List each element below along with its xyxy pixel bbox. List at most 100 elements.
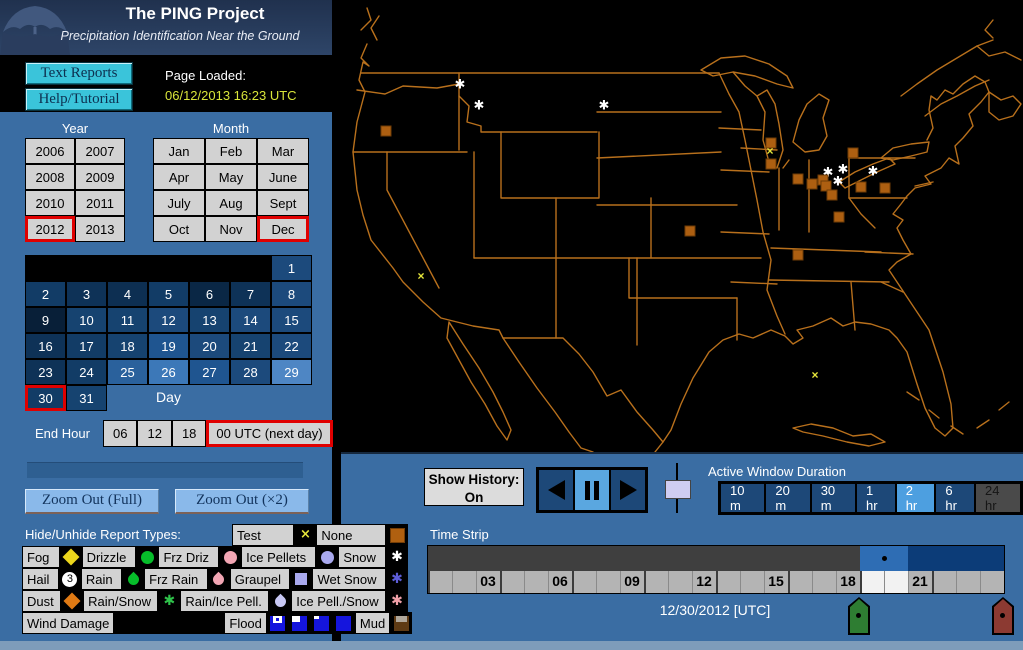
month-cell[interactable]: Mar xyxy=(257,138,309,164)
map-marker-test[interactable]: × xyxy=(766,144,773,158)
legend-icon-cell[interactable] xyxy=(290,568,312,590)
day-cell[interactable]: 28 xyxy=(230,359,271,385)
hour-cell[interactable] xyxy=(668,571,692,593)
day-cell[interactable]: 21 xyxy=(230,333,271,359)
awd-option[interactable]: 30 m xyxy=(811,483,856,513)
hour-cell[interactable] xyxy=(452,571,476,593)
step-back-button[interactable] xyxy=(538,469,574,511)
legend-icon-cell[interactable] xyxy=(136,546,158,568)
day-cell[interactable]: 4 xyxy=(107,281,148,307)
year-cell[interactable]: 2010 xyxy=(25,190,75,216)
awd-option[interactable]: 20 m xyxy=(765,483,810,513)
day-cell[interactable]: 2 xyxy=(25,281,66,307)
us-map[interactable]: ✱✱✱✱✱✱✱××× xyxy=(341,0,1023,454)
legend-icon-cell[interactable]: × xyxy=(294,524,316,546)
hour-cell[interactable] xyxy=(620,571,644,593)
month-cell[interactable]: Dec xyxy=(257,216,309,242)
awd-option[interactable]: 2 hr xyxy=(896,483,936,513)
hour-cell[interactable] xyxy=(956,571,980,593)
legend-label[interactable]: Hail xyxy=(22,568,59,590)
map-marker-test[interactable]: × xyxy=(811,368,818,382)
month-cell[interactable]: Feb xyxy=(205,138,257,164)
day-cell[interactable]: 6 xyxy=(189,281,230,307)
legend-icon-cell[interactable] xyxy=(158,612,180,634)
legend-label[interactable]: Rain/Ice Pell. xyxy=(180,590,269,612)
awd-option[interactable]: 1 hr xyxy=(856,483,896,513)
hour-cell[interactable] xyxy=(428,571,452,593)
end-hour-cell[interactable]: 12 xyxy=(137,420,171,447)
hour-cell[interactable] xyxy=(500,571,524,593)
map-marker-snow[interactable]: ✱ xyxy=(474,99,485,114)
legend-label[interactable]: Snow xyxy=(338,546,386,568)
day-cell[interactable]: 7 xyxy=(230,281,271,307)
year-cell[interactable]: 2008 xyxy=(25,164,75,190)
legend-icon-cell[interactable] xyxy=(219,546,241,568)
legend-icon-cell[interactable] xyxy=(136,612,158,634)
day-cell[interactable]: 5 xyxy=(148,281,189,307)
legend-icon-cell[interactable] xyxy=(333,612,355,634)
month-cell[interactable]: Nov xyxy=(205,216,257,242)
legend-icon-cell[interactable] xyxy=(122,568,144,590)
map-marker-test[interactable]: × xyxy=(417,269,424,283)
month-cell[interactable]: Oct xyxy=(153,216,205,242)
hour-cell[interactable] xyxy=(740,571,764,593)
legend-icon-cell[interactable]: ✱ xyxy=(386,590,408,612)
day-cell[interactable]: 15 xyxy=(271,307,312,333)
day-cell[interactable]: 12 xyxy=(148,307,189,333)
day-cell[interactable]: 18 xyxy=(107,333,148,359)
year-cell[interactable]: 2006 xyxy=(25,138,75,164)
map-marker-none[interactable] xyxy=(856,182,867,193)
day-cell[interactable]: 8 xyxy=(271,281,312,307)
window-start-pointer[interactable] xyxy=(848,597,870,635)
hour-cell[interactable] xyxy=(884,571,908,593)
day-cell[interactable]: 14 xyxy=(230,307,271,333)
legend-label[interactable]: Wet Snow xyxy=(312,568,386,590)
legend-icon-cell[interactable] xyxy=(267,612,289,634)
awd-option[interactable]: 6 hr xyxy=(935,483,975,513)
pause-button[interactable] xyxy=(574,469,610,511)
legend-label[interactable]: Fog xyxy=(22,546,60,568)
legend-icon-cell[interactable]: ✱ xyxy=(386,546,408,568)
legend-label[interactable]: Flood xyxy=(224,612,267,634)
day-cell[interactable]: 9 xyxy=(25,307,66,333)
month-cell[interactable]: Aug xyxy=(205,190,257,216)
month-cell[interactable]: June xyxy=(257,164,309,190)
hour-cell[interactable] xyxy=(716,571,740,593)
legend-label[interactable]: Dust xyxy=(22,590,61,612)
legend-label[interactable]: Ice Pell./Snow xyxy=(291,590,386,612)
day-cell[interactable]: 27 xyxy=(189,359,230,385)
month-cell[interactable]: Sept xyxy=(257,190,309,216)
hour-cell[interactable] xyxy=(524,571,548,593)
end-hour-cell[interactable]: 18 xyxy=(172,420,206,447)
hour-cell[interactable] xyxy=(980,571,1004,593)
day-cell[interactable]: 20 xyxy=(189,333,230,359)
zoom-out-2x-button[interactable]: Zoom Out (×2) xyxy=(175,489,309,514)
hour-cell[interactable] xyxy=(476,571,500,593)
legend-label[interactable]: Rain/Snow xyxy=(83,590,158,612)
month-cell[interactable]: May xyxy=(205,164,257,190)
zoom-out-full-button[interactable]: Zoom Out (Full) xyxy=(25,489,159,514)
map-marker-none[interactable] xyxy=(807,179,818,190)
hour-cell[interactable] xyxy=(788,571,812,593)
map-marker-none[interactable] xyxy=(793,174,804,185)
map-marker-none[interactable] xyxy=(880,183,891,194)
day-cell[interactable]: 3 xyxy=(66,281,107,307)
legend-label[interactable]: Wind Damage xyxy=(22,612,114,634)
map-marker-none[interactable] xyxy=(685,226,696,237)
legend-icon-cell[interactable]: ✱ xyxy=(386,568,408,590)
map-marker-snow[interactable]: ✱ xyxy=(868,165,879,180)
legend-icon-cell[interactable] xyxy=(60,546,82,568)
map-marker-none[interactable] xyxy=(381,126,392,137)
day-cell[interactable]: 22 xyxy=(271,333,312,359)
legend-icon-cell[interactable] xyxy=(390,612,412,634)
hour-cell[interactable] xyxy=(692,571,716,593)
legend-icon-cell[interactable] xyxy=(180,612,202,634)
end-hour-cell[interactable]: 06 xyxy=(103,420,137,447)
hour-cell[interactable] xyxy=(860,571,884,593)
day-cell[interactable]: 16 xyxy=(25,333,66,359)
legend-icon-cell[interactable] xyxy=(114,612,136,634)
map-marker-none[interactable] xyxy=(848,148,859,159)
legend-icon-cell[interactable] xyxy=(61,590,83,612)
day-cell[interactable]: 17 xyxy=(66,333,107,359)
legend-label[interactable]: Mud xyxy=(355,612,390,634)
